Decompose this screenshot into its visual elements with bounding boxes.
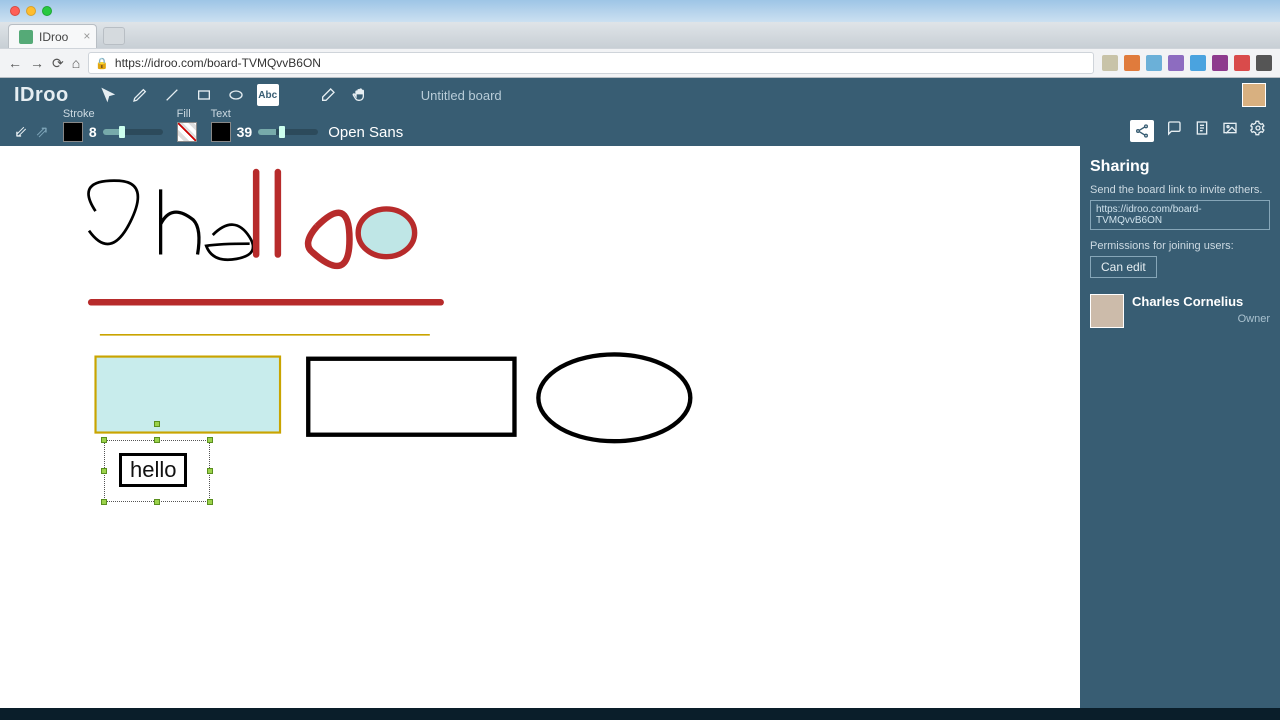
settings-icon[interactable] [1250,120,1266,142]
document-icon[interactable] [1194,120,1210,142]
extension-icon[interactable] [1146,55,1162,71]
resize-handle-e[interactable] [207,468,213,474]
fit-in-icon[interactable]: ⇙ [14,122,27,142]
extension-icons [1102,55,1272,71]
favicon-icon [19,30,33,44]
sharing-panel: Sharing Send the board link to invite ot… [1080,146,1280,708]
fill-color-swatch[interactable] [177,122,197,142]
board-title[interactable]: Untitled board [421,88,502,103]
rectangle-tool[interactable] [193,84,215,106]
stroke-label: Stroke [63,108,163,120]
extension-icon[interactable] [1212,55,1228,71]
extension-icon[interactable] [1102,55,1118,71]
user-avatar [1090,294,1124,328]
close-tab-icon[interactable]: × [83,29,90,43]
close-window-button[interactable] [10,6,20,16]
browser-tab[interactable]: IDroo × [8,24,97,48]
fit-out-icon[interactable]: ⇗ [35,122,48,142]
select-tool[interactable] [97,84,119,106]
resize-handle-nw[interactable] [101,437,107,443]
rotate-handle[interactable] [154,421,160,427]
bottom-bar [0,708,1280,720]
stroke-size-slider[interactable] [103,129,163,135]
ellipse-tool[interactable] [225,84,247,106]
app-toolbar: IDroo Abc Untitled board [0,78,1280,112]
sharing-hint: Send the board link to invite others. [1090,184,1270,196]
tab-title: IDroo [39,30,68,44]
resize-handle-sw[interactable] [101,499,107,505]
user-row: Charles Cornelius Owner [1090,294,1270,328]
share-link-field[interactable]: https://idroo.com/board-TVMQvvB6ON [1090,200,1270,230]
chat-icon[interactable] [1166,120,1182,142]
new-tab-button[interactable] [103,27,125,45]
resize-handle-n[interactable] [154,437,160,443]
menu-icon[interactable] [1256,55,1272,71]
text-tool[interactable]: Abc [257,84,279,106]
text-size-slider[interactable] [258,129,318,135]
whiteboard-canvas[interactable]: hello [0,146,1080,708]
minimize-window-button[interactable] [26,6,36,16]
sharing-title: Sharing [1090,158,1270,176]
permissions-label: Permissions for joining users: [1090,240,1270,252]
current-user-avatar[interactable] [1242,83,1266,107]
permission-select[interactable]: Can edit [1090,256,1157,278]
extension-icon[interactable] [1234,55,1250,71]
url-field[interactable]: 🔒 https://idroo.com/board-TVMQvvB6ON [88,52,1094,74]
resize-handle-se[interactable] [207,499,213,505]
pan-tool[interactable] [349,84,371,106]
canvas-svg [0,146,1080,708]
window-controls [0,0,1280,22]
pen-tool[interactable] [129,84,151,106]
browser-address-bar: ← → ⟳ ⌂ 🔒 https://idroo.com/board-TVMQvv… [0,48,1280,78]
user-role: Owner [1132,313,1270,325]
stroke-color-swatch[interactable] [63,122,83,142]
text-size-value: 39 [237,124,253,140]
stroke-size-value: 8 [89,124,97,140]
text-options: Text 39 Open Sans [211,108,404,142]
resize-handle-ne[interactable] [207,437,213,443]
panel-toggle-icons [1130,120,1266,142]
browser-tab-strip: IDroo × [0,22,1280,48]
fill-label: Fill [177,108,197,120]
share-icon[interactable] [1130,120,1154,142]
url-text: https://idroo.com/board-TVMQvvB6ON [115,56,321,70]
logo: IDroo [14,84,69,107]
tool-options-bar: ⇙ ⇗ Stroke 8 Fill Text 39 Open Sans [0,112,1280,146]
app-frame: IDroo Abc Untitled board ⇙ ⇗ Stroke 8 Fi… [0,78,1280,708]
home-button[interactable]: ⌂ [72,55,80,71]
stroke-options: Stroke 8 [63,108,163,142]
text-color-swatch[interactable] [211,122,231,142]
fill-options: Fill [177,108,197,142]
extension-icon[interactable] [1124,55,1140,71]
user-name: Charles Cornelius [1132,294,1270,309]
eraser-tool[interactable] [317,84,339,106]
back-button[interactable]: ← [8,55,22,71]
resize-handle-s[interactable] [154,499,160,505]
text-element[interactable]: hello [119,453,187,487]
resize-handle-w[interactable] [101,468,107,474]
extension-icon[interactable] [1168,55,1184,71]
font-family-select[interactable]: Open Sans [328,124,403,141]
zoom-controls: ⇙ ⇗ [14,122,49,142]
line-tool[interactable] [161,84,183,106]
main-area: hello Sharing Send the board link to inv… [0,146,1280,708]
image-icon[interactable] [1222,120,1238,142]
forward-button[interactable]: → [30,55,44,71]
text-label: Text [211,108,404,120]
extension-icon[interactable] [1190,55,1206,71]
reload-button[interactable]: ⟳ [52,55,64,72]
maximize-window-button[interactable] [42,6,52,16]
lock-icon: 🔒 [95,57,109,70]
